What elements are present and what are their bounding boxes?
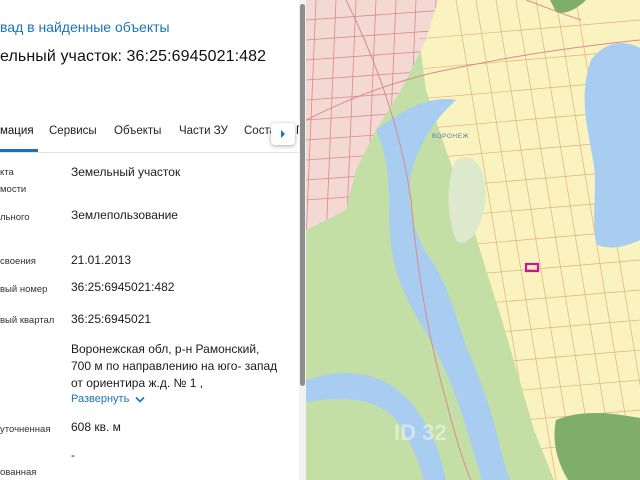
field-label: мости (0, 184, 27, 195)
cadastral-number-value: 36:25:6945021:482 (71, 280, 175, 294)
address-line: Воронежская обл, р-н Рамонский, (71, 342, 260, 356)
scrollbar-thumb[interactable] (300, 4, 305, 386)
expand-address-link[interactable]: Развернуть (71, 393, 145, 405)
object-type-value: Земельный участок (71, 165, 181, 179)
field-label: уточненная (0, 424, 51, 435)
tab-parts[interactable]: Части ЗУ (179, 125, 228, 137)
field-label: вый квартал (0, 315, 55, 326)
tab-bar: мация Сервисы Объекты Части ЗУ Соста Г (0, 118, 302, 153)
field-label: льного (0, 212, 30, 223)
chevron-down-icon (135, 396, 145, 403)
address-line: от ориентира ж.д. № 1 , (71, 376, 204, 390)
field-label: ованная (0, 467, 37, 478)
cadastral-quarter-value: 36:25:6945021 (71, 312, 152, 326)
info-panel: вад в найденные объекты ельный участок: … (0, 0, 306, 480)
field-label: своения (0, 256, 36, 267)
field-label: вый номер (0, 284, 48, 295)
tab-objects[interactable]: Объекты (114, 125, 161, 137)
back-to-results-link[interactable]: вад в найденные объекты (0, 19, 170, 35)
dark-forest (554, 413, 640, 480)
tab-services[interactable]: Сервисы (49, 125, 97, 137)
cost-value: - (71, 448, 75, 462)
panel-scrollbar[interactable] (299, 0, 306, 480)
area-value: 608 кв. м (71, 420, 121, 434)
date-value: 21.01.2013 (71, 253, 132, 267)
tab-information[interactable]: мация (0, 125, 34, 137)
address-line: 700 м по направлению на юго- запад (71, 359, 278, 373)
parcel-kind-value: Землепользование (71, 208, 178, 222)
field-label: кта (0, 167, 14, 178)
active-tab-indicator (0, 149, 38, 152)
page-title: ельный участок: 36:25:6945021:482 (0, 48, 267, 65)
cadastral-map[interactable]: ВОРОНЕЖ ID 32 (306, 0, 640, 480)
chevron-right-icon (281, 130, 285, 138)
watermark: ID 32 (394, 420, 447, 445)
tabs-scroll-right-button[interactable] (271, 123, 295, 145)
expand-label: Развернуть (71, 393, 130, 405)
river-label: ВОРОНЕЖ (432, 133, 469, 140)
